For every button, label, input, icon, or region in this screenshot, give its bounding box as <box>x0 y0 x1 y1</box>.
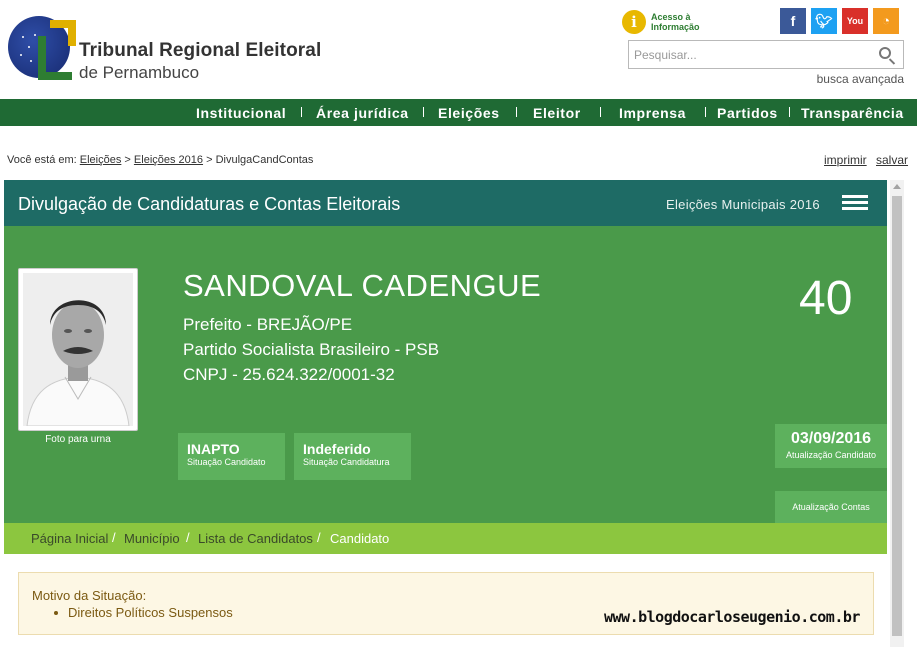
access-label: Acesso à Informação <box>651 12 700 32</box>
nav-item-institucional[interactable]: Institucional <box>196 105 286 121</box>
rss-icon[interactable]: ◔ <box>873 8 899 34</box>
search-input[interactable] <box>629 41 869 68</box>
photo-label: Foto para urna <box>45 434 111 445</box>
panel-header: Divulgação de Candidaturas e Contas Elei… <box>4 180 887 226</box>
candidate-office: Prefeito - BREJÃO/PE <box>183 315 353 334</box>
candidate-party: Partido Socialista Brasileiro - PSB <box>183 340 440 359</box>
status-badge-candidacy: Indeferido Situação Candidatura <box>294 433 411 480</box>
hamburger-menu-icon[interactable] <box>842 195 868 211</box>
access-information-link[interactable]: i Acesso à Informação <box>622 10 700 34</box>
watermark: www.blogdocarloseugenio.com.br <box>604 608 860 626</box>
update-accounts-badge: Atualização Contas <box>775 491 887 523</box>
youtube-icon[interactable]: You <box>842 8 868 34</box>
tre-logo[interactable] <box>8 14 76 80</box>
crumb-municipio[interactable]: Município <box>124 531 180 546</box>
breadcrumb: Você está em: Eleições > Eleições 2016 >… <box>7 154 314 166</box>
print-link[interactable]: imprimir <box>824 153 867 167</box>
nav-item-area-juridica[interactable]: Área jurídica <box>316 105 409 121</box>
nav-item-partidos[interactable]: Partidos <box>717 105 778 121</box>
nav-item-eleicoes[interactable]: Eleições <box>438 105 500 121</box>
candidate-number: 40 <box>799 272 853 325</box>
nav-item-eleitor[interactable]: Eleitor <box>533 105 581 121</box>
panel-title: Divulgação de Candidaturas e Contas Elei… <box>18 194 401 214</box>
twitter-icon[interactable]: 🐦︎ <box>811 8 837 34</box>
logo-yellow-frame <box>50 20 76 46</box>
save-link[interactable]: salvar <box>876 153 908 167</box>
info-icon: i <box>622 10 646 34</box>
candidate-cnpj: CNPJ - 25.624.322/0001-32 <box>183 365 395 384</box>
scrollbar[interactable] <box>890 180 904 647</box>
breadcrumb-link-eleicoes[interactable]: Eleições <box>80 154 122 166</box>
scroll-up-arrow-icon[interactable] <box>893 184 901 189</box>
situation-reason-item: Direitos Políticos Suspensos <box>54 605 233 620</box>
scroll-thumb[interactable] <box>892 196 902 636</box>
org-title[interactable]: Tribunal Regional Eleitoral <box>79 40 321 62</box>
breadcrumb-link-eleicoes-2016[interactable]: Eleições 2016 <box>134 154 203 166</box>
org-subtitle[interactable]: de Pernambuco <box>79 63 199 83</box>
nav-item-transparencia[interactable]: Transparência <box>801 105 904 121</box>
candidate-panel: Foto para urna SANDOVAL CADENGUE Prefeit… <box>4 226 887 523</box>
update-candidate-badge: 03/09/2016 Atualização Candidato <box>775 424 887 468</box>
candidate-photo <box>23 273 133 426</box>
facebook-icon[interactable]: f <box>780 8 806 34</box>
search-icon[interactable] <box>879 47 891 59</box>
crumb-current: Candidato <box>330 531 390 546</box>
status-badge-candidate: INAPTO Situação Candidato <box>178 433 285 480</box>
situation-reason-title: Motivo da Situação: <box>32 588 147 603</box>
crumb-candidate-list[interactable]: Lista de Candidatos <box>198 531 313 546</box>
candidate-photo-card <box>18 268 138 431</box>
panel-subtitle: Eleições Municipais 2016 <box>666 197 820 212</box>
crumb-home[interactable]: Página Inicial <box>31 531 108 546</box>
nav-item-imprensa[interactable]: Imprensa <box>619 105 686 121</box>
search-box <box>628 40 904 69</box>
candidate-breadcrumb: Página Inicial / Município / Lista de Ca… <box>4 523 887 554</box>
breadcrumb-current: DivulgaCandContas <box>215 154 314 166</box>
candidate-name: SANDOVAL CADENGUE <box>183 268 542 303</box>
main-nav: Institucional Área jurídica Eleições Ele… <box>0 99 917 126</box>
advanced-search-link[interactable]: busca avançada <box>817 72 904 86</box>
